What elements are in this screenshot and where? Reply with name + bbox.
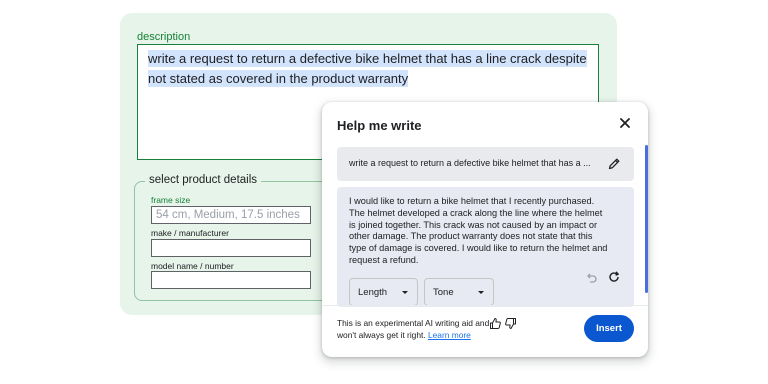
thumb-down-button[interactable] — [504, 317, 517, 330]
make-label: make / manufacturer — [151, 228, 229, 238]
response-box: I would like to return a bike helmet tha… — [337, 187, 634, 307]
length-label: Length — [358, 287, 388, 298]
footer-divider — [322, 305, 648, 306]
prompt-box: write a request to return a defective bi… — [337, 147, 634, 181]
frame-size-label: frame size — [151, 195, 191, 205]
edit-icon — [608, 158, 620, 170]
learn-more-link[interactable]: Learn more — [428, 330, 471, 340]
refresh-icon — [609, 271, 619, 282]
model-input[interactable] — [151, 271, 311, 289]
response-text: I would like to return a bike helmet tha… — [349, 196, 608, 265]
dialog-scrollbar[interactable] — [645, 145, 648, 293]
make-input[interactable] — [151, 239, 311, 257]
dialog-title: Help me write — [337, 118, 422, 133]
description-label: description — [137, 31, 191, 43]
undo-icon — [587, 273, 597, 283]
close-button[interactable] — [618, 116, 632, 130]
model-label: model name / number — [151, 261, 234, 271]
product-details-legend: select product details — [145, 174, 262, 186]
tone-label: Tone — [433, 287, 454, 298]
description-selected-text: write a request to return a defective bi… — [148, 50, 587, 87]
regenerate-button[interactable] — [607, 270, 621, 284]
thumb-up-icon — [490, 318, 501, 329]
thumb-down-icon — [505, 318, 516, 329]
chevron-down-icon — [478, 291, 484, 294]
undo-button[interactable] — [584, 271, 598, 285]
description-text[interactable]: write a request to return a defective bi… — [148, 49, 598, 88]
edit-prompt-button[interactable] — [607, 157, 621, 171]
disclaimer: This is an experimental AI writing aid a… — [337, 318, 497, 341]
insert-button[interactable]: Insert — [584, 315, 634, 342]
frame-size-input[interactable] — [151, 206, 311, 224]
length-dropdown[interactable]: Length — [349, 278, 418, 306]
thumb-up-button[interactable] — [489, 317, 502, 330]
help-me-write-dialog: Help me write write a request to return … — [322, 102, 648, 357]
tone-dropdown[interactable]: Tone — [424, 278, 494, 306]
prompt-text: write a request to return a defective bi… — [349, 158, 591, 168]
close-icon — [620, 118, 630, 128]
chevron-down-icon — [402, 291, 408, 294]
